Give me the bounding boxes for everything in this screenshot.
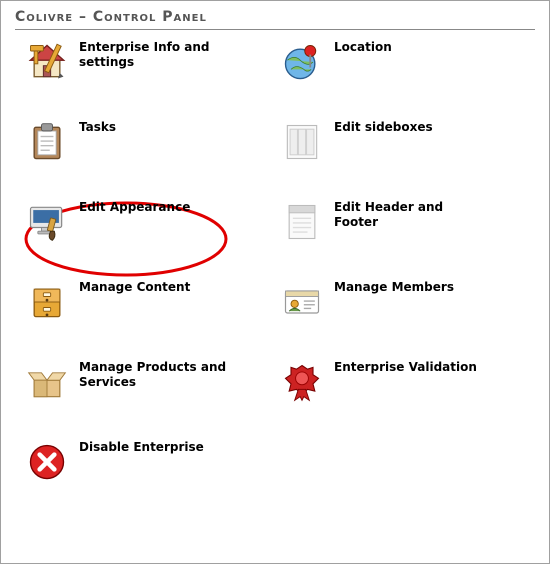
item-disable-enterprise[interactable]: Disable Enterprise [25,440,270,492]
item-label: Manage Content [79,280,190,295]
member-card-icon [280,280,324,324]
drawer-icon [25,280,69,324]
item-manage-members[interactable]: Manage Members [280,280,525,332]
item-tasks[interactable]: Tasks [25,120,270,172]
control-panel: Colivre – Control Panel Enterprise Info … [0,0,550,564]
header-page-icon [280,200,324,244]
red-x-icon [25,440,69,484]
item-label: Enterprise Validation [334,360,477,375]
item-label: Disable Enterprise [79,440,204,455]
item-edit-header-footer[interactable]: Edit Header and Footer [280,200,525,252]
columns-page-icon [280,120,324,164]
globe-pin-icon [280,40,324,84]
monitor-brush-icon [25,200,69,244]
open-box-icon [25,360,69,404]
item-label: Edit Appearance [79,200,190,215]
item-label: Location [334,40,392,55]
item-edit-appearance[interactable]: Edit Appearance [25,200,270,252]
page-title: Colivre – Control Panel [15,9,535,27]
title-divider [15,29,535,30]
wax-seal-icon [280,360,324,404]
item-label: Edit Header and Footer [334,200,484,230]
item-enterprise-validation[interactable]: Enterprise Validation [280,360,525,412]
item-label: Tasks [79,120,116,135]
item-enterprise-info[interactable]: Enterprise Info and settings [25,40,270,92]
item-label: Enterprise Info and settings [79,40,229,70]
item-location[interactable]: Location [280,40,525,92]
item-label: Manage Products and Services [79,360,229,390]
clipboard-icon [25,120,69,164]
item-manage-content[interactable]: Manage Content [25,280,270,332]
house-tools-icon [25,40,69,84]
item-label: Manage Members [334,280,454,295]
items-grid: Enterprise Info and settings Location [15,40,535,492]
item-edit-sideboxes[interactable]: Edit sideboxes [280,120,525,172]
item-label: Edit sideboxes [334,120,433,135]
item-manage-products[interactable]: Manage Products and Services [25,360,270,412]
